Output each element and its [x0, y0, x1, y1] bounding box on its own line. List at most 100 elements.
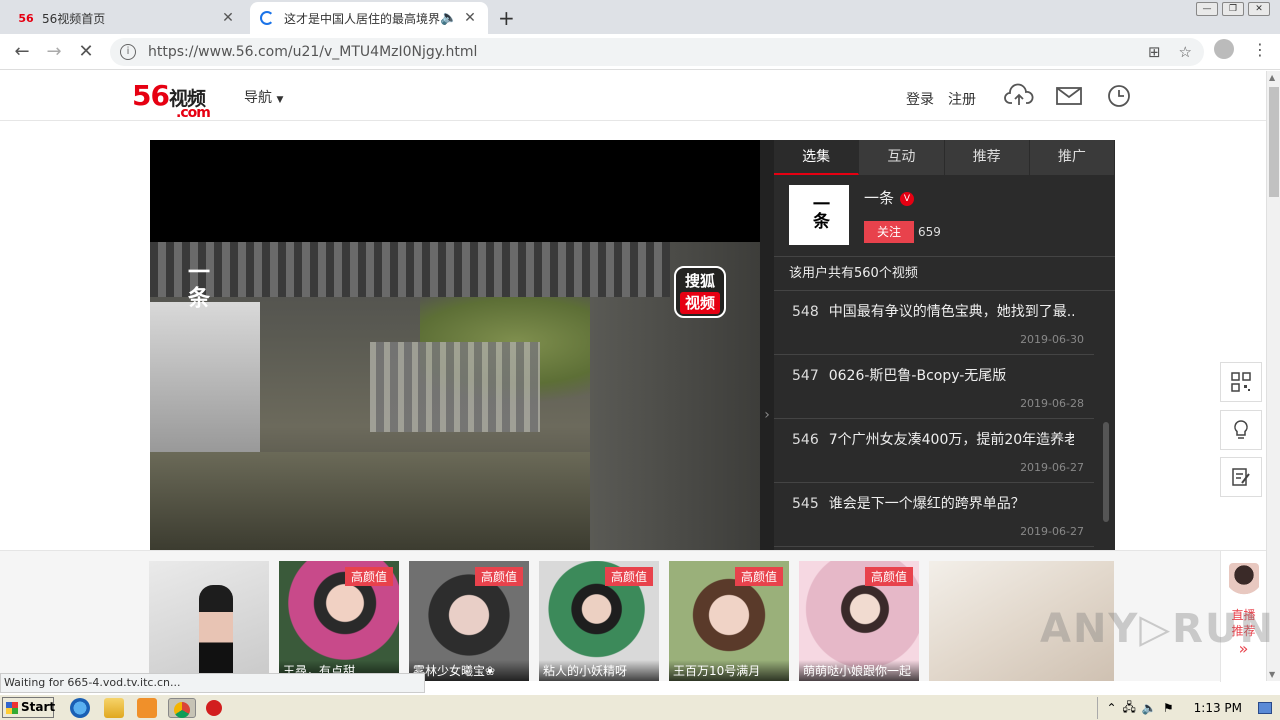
- tab-title: 这才是中国人居住的最高境界：50: [284, 11, 440, 26]
- live-avatar: [1228, 563, 1259, 603]
- minimize-button[interactable]: —: [1196, 2, 1218, 16]
- verified-v-icon: V: [900, 192, 915, 206]
- forward-button[interactable]: →: [38, 36, 70, 68]
- card-caption: 萌萌哒小娘跟你一起: [799, 660, 919, 681]
- tab-promotion[interactable]: 推广: [1029, 140, 1115, 175]
- scene-roof: [150, 242, 670, 297]
- start-button[interactable]: Start: [2, 697, 55, 718]
- suggestion-button[interactable]: [1220, 410, 1262, 450]
- video-date: 2019-06-30: [1020, 333, 1084, 346]
- follow-button[interactable]: 关注: [864, 221, 914, 243]
- nav-label: 导航: [244, 90, 272, 106]
- video-number: 545: [792, 496, 819, 512]
- media-player-icon[interactable]: [137, 698, 157, 718]
- panel-tabs: 选集 互动 推荐 推广: [774, 140, 1115, 175]
- message-mail-icon[interactable]: [1054, 83, 1084, 109]
- card-caption: 粘人的小妖精呀: [539, 660, 659, 681]
- video-title: 中国最有争议的情色宝典，她找到了最...: [828, 304, 1074, 320]
- scrollbar-thumb[interactable]: [1269, 87, 1279, 197]
- video-title: 0626-斯巴鲁-Bcopy-无尾版: [828, 368, 1007, 384]
- audio-playing-icon[interactable]: 🔈: [440, 10, 457, 26]
- show-desktop-icon[interactable]: [1258, 702, 1272, 714]
- login-link[interactable]: 登录: [906, 89, 934, 109]
- reco-card[interactable]: [149, 561, 269, 681]
- volume-icon[interactable]: 🔈: [1142, 701, 1157, 715]
- folder-icon[interactable]: [104, 698, 124, 718]
- qr-code-icon: [1231, 372, 1251, 392]
- reco-card[interactable]: 高颜值 粘人的小妖精呀: [539, 561, 659, 681]
- episode-panel: 选集 互动 推荐 推广 一条 一条 V 关注 659 该用户共有560个视频 54…: [774, 140, 1115, 550]
- uploader-avatar[interactable]: 一条: [789, 185, 849, 245]
- high-value-badge: 高颜值: [474, 567, 523, 586]
- omnibox-actions: ⊞ ☆: [1148, 43, 1192, 61]
- tab-interaction[interactable]: 互动: [859, 140, 945, 175]
- panel-scrollbar[interactable]: [1103, 422, 1109, 522]
- video-date: 2019-06-27: [1020, 525, 1084, 538]
- tab-56-home[interactable]: 56 56视频首页 ✕: [8, 2, 246, 34]
- auth-links: 登录 注册: [906, 89, 976, 109]
- collapse-panel-handle[interactable]: ›: [760, 140, 774, 550]
- person-silhouette: [199, 585, 233, 681]
- card-caption: 雾林少女曦宝❀: [409, 660, 529, 681]
- edit-note-icon: [1232, 468, 1250, 486]
- high-value-badge: 高颜值: [344, 567, 393, 586]
- reco-card[interactable]: 高颜值 王百万10号满月: [669, 561, 789, 681]
- high-value-badge: 高颜值: [864, 567, 913, 586]
- restore-button[interactable]: ❐: [1222, 2, 1244, 16]
- video-list: 548 中国最有争议的情色宝典，她找到了最... 2019-06-30 547 06…: [774, 291, 1115, 547]
- feedback-button[interactable]: [1220, 457, 1262, 497]
- bookmark-star-icon[interactable]: ☆: [1179, 43, 1192, 61]
- close-tab-icon[interactable]: ✕: [220, 10, 236, 26]
- flag-icon[interactable]: ⚑: [1163, 701, 1174, 715]
- url-path: /u21/v_MTU4MzI0Njgy.html: [287, 44, 478, 60]
- caret-down-icon: ▼: [276, 95, 284, 105]
- close-window-button[interactable]: ✕: [1248, 2, 1270, 16]
- scroll-up-icon[interactable]: ▲: [1269, 73, 1275, 82]
- uploader-avatar-text: 一条: [809, 195, 829, 229]
- video-title: 7个广州女友凑400万，提前20年造养老...: [828, 432, 1074, 448]
- history-icon[interactable]: [1104, 83, 1134, 109]
- chrome-icon[interactable]: [168, 698, 196, 718]
- back-button[interactable]: ←: [6, 36, 38, 68]
- ie-icon[interactable]: [70, 698, 90, 718]
- tab-title: 56视频首页: [42, 11, 106, 26]
- network-icon[interactable]: 🖧: [1123, 698, 1136, 719]
- upload-cloud-icon[interactable]: [1004, 83, 1034, 109]
- high-value-badge: 高颜值: [734, 567, 783, 586]
- new-tab-button[interactable]: +: [498, 6, 515, 30]
- video-player[interactable]: 一条 搜狐 视频: [150, 140, 760, 550]
- tab-recommend[interactable]: 推荐: [944, 140, 1030, 175]
- site-info-icon[interactable]: i: [120, 44, 136, 60]
- translate-icon[interactable]: ⊞: [1148, 43, 1161, 61]
- tab-episodes[interactable]: 选集: [774, 140, 860, 175]
- tab-current-video[interactable]: 这才是中国人居住的最高境界：50 🔈 ✕: [250, 2, 488, 34]
- list-item[interactable]: 545 谁会是下一个爆红的跨界单品？ 2019-06-27: [774, 483, 1094, 547]
- list-item[interactable]: 546 7个广州女友凑400万，提前20年造养老... 2019-06-27: [774, 419, 1094, 483]
- stop-loading-button[interactable]: ✕: [70, 36, 102, 68]
- video-text: 视频: [680, 292, 720, 314]
- stop-sign-icon[interactable]: [206, 700, 222, 716]
- uploader-card: 一条 一条 V 关注 659: [774, 175, 1115, 257]
- clock[interactable]: 1:13 PM: [1194, 701, 1242, 715]
- register-link[interactable]: 注册: [948, 89, 976, 109]
- close-tab-icon[interactable]: ✕: [462, 10, 478, 26]
- reco-card[interactable]: 高颜值 萌萌哒小娘跟你一起: [799, 561, 919, 681]
- reco-card[interactable]: 高颜值 王尋，有点甜: [279, 561, 399, 681]
- tray-expand-icon[interactable]: ⌃: [1106, 701, 1116, 715]
- qr-code-button[interactable]: [1220, 362, 1262, 402]
- list-item[interactable]: 547 0626-斯巴鲁-Bcopy-无尾版 2019-06-28: [774, 355, 1094, 419]
- page-scrollbar[interactable]: ▲ ▼: [1266, 71, 1280, 681]
- scroll-down-icon[interactable]: ▼: [1269, 670, 1275, 679]
- address-bar[interactable]: i https://www.56.com/u21/v_MTU4MzI0Njgy.…: [110, 38, 1204, 66]
- card-caption: 王百万10号满月: [669, 660, 789, 681]
- video-date: 2019-06-28: [1020, 397, 1084, 410]
- profile-avatar[interactable]: [1214, 39, 1234, 59]
- sohu-video-logo: 搜狐 视频: [674, 266, 726, 318]
- list-item[interactable]: 548 中国最有争议的情色宝典，她找到了最... 2019-06-30: [774, 291, 1094, 355]
- channel-watermark: 一条: [184, 260, 209, 312]
- 56-logo[interactable]: 56视频 .com: [132, 79, 211, 121]
- site-nav-dropdown[interactable]: 导航 ▼: [244, 87, 283, 107]
- reco-card[interactable]: 高颜值 雾林少女曦宝❀: [409, 561, 529, 681]
- uploader-name[interactable]: 一条 V: [864, 187, 915, 208]
- menu-icon[interactable]: ⋮: [1252, 40, 1268, 59]
